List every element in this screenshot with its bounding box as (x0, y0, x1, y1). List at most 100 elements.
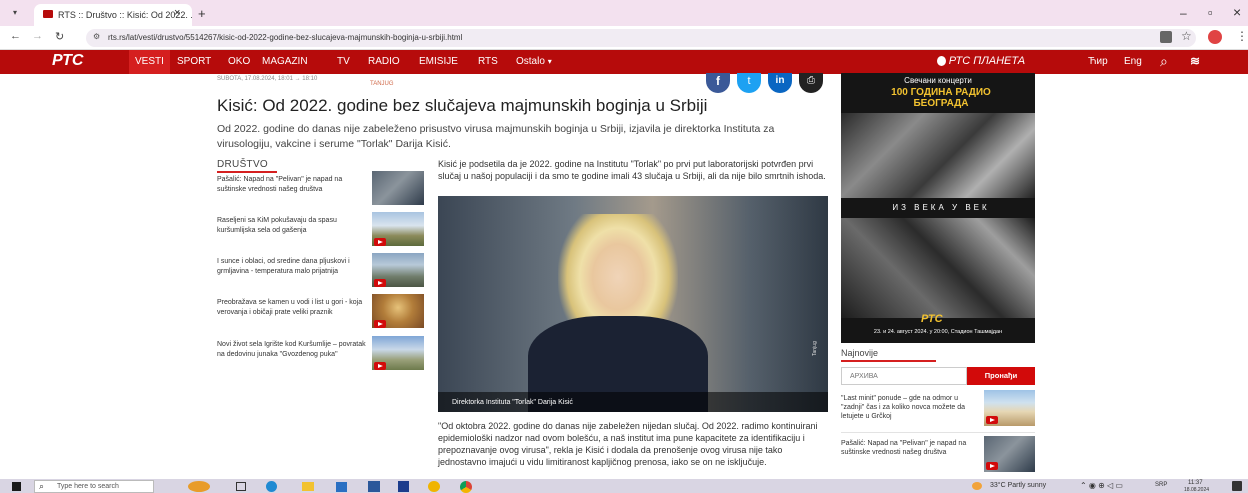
sidebar-heading-rule (217, 171, 277, 173)
store-icon[interactable] (336, 482, 347, 492)
promo-banner[interactable]: Свечани концерти 100 ГОДИНА РАДИО БЕОГРА… (841, 73, 1035, 343)
profile-icon[interactable] (1208, 30, 1222, 44)
video-icon (374, 279, 386, 287)
sidebar-item-text[interactable]: Raseljeni sa KiM pokušavaju da spasu kur… (217, 216, 367, 235)
nav-tv[interactable]: TV (337, 56, 350, 67)
task-view-icon[interactable] (236, 482, 246, 491)
close-window-button[interactable]: × (1233, 4, 1241, 20)
search-icon: ⌕ (39, 481, 45, 491)
browser-menu-icon[interactable]: ⋮ (1236, 29, 1248, 43)
tab-title: RTS :: Društvo :: Kisić: Od 2022. ... (58, 10, 192, 20)
promo-photo-collage (841, 113, 1035, 198)
windows-start-icon[interactable] (12, 482, 21, 491)
tray-icons[interactable]: ⌃ ◉ ⊕ ◁ ▭ (1080, 481, 1123, 490)
chevron-down-icon: ▾ (547, 57, 552, 66)
lang-english-link[interactable]: Eng (1124, 56, 1142, 67)
tab-close-icon[interactable]: × (174, 7, 180, 19)
planeta-label: РТС ПЛАНЕТА (948, 55, 1026, 67)
search-icon[interactable]: ⌕ (1160, 53, 1168, 70)
url-text: rts.rs/lat/vesti/drustvo/5514267/kisic-o… (108, 33, 463, 42)
nav-sport[interactable]: SPORT (177, 56, 211, 67)
nav-ostalo[interactable]: Ostalo ▾ (516, 56, 552, 67)
rss-icon[interactable]: ≋ (1190, 54, 1200, 68)
language-indicator[interactable]: SRP (1155, 482, 1167, 488)
browser-tab[interactable]: RTS :: Društvo :: Kisić: Od 2022. ... (34, 4, 192, 26)
rts-logo[interactable]: РТС (52, 52, 83, 70)
tab-search-icon[interactable]: ▾ (8, 6, 22, 20)
article-paragraph: Kisić je podsetila da je 2022. godine na… (438, 159, 826, 181)
sidebar-item-text[interactable]: I sunce i oblaci, od sredine dana pljusk… (217, 257, 367, 276)
forward-icon[interactable]: → (32, 30, 43, 42)
sidebar-heading: DRUŠTVO (217, 159, 268, 170)
promo-headline: 100 ГОДИНА РАДИО БЕОГРАДА (891, 87, 991, 109)
latest-heading: Najnovije (841, 348, 879, 358)
sidebar-item-text[interactable]: Preobražava se kamen u vodi i list u gor… (217, 298, 367, 317)
article-paragraph: "Od oktobra 2022. godine do danas nije z… (438, 421, 818, 467)
video-icon (374, 238, 386, 246)
taskbar-search-box[interactable]: ⌕ Type here to search (34, 480, 154, 493)
clock-time[interactable]: 11:37 (1188, 480, 1203, 486)
video-icon (374, 362, 386, 370)
linkedin-share-icon[interactable]: in (768, 73, 792, 93)
app-icon[interactable] (398, 481, 409, 492)
file-explorer-icon[interactable] (302, 482, 314, 491)
twitter-share-icon[interactable]: t (737, 73, 761, 93)
minimize-button[interactable]: – (1180, 6, 1187, 20)
chrome-icon[interactable] (460, 481, 472, 493)
print-icon[interactable]: ⎙ (799, 73, 823, 93)
video-icon (374, 320, 386, 328)
bookmark-star-icon[interactable]: ☆ (1181, 29, 1192, 43)
archive-input[interactable] (841, 367, 967, 385)
nav-radio[interactable]: RADIO (368, 56, 400, 67)
article-title: Kisić: Od 2022. godine bez slučajeva maj… (217, 96, 708, 115)
latest-heading-rule (841, 360, 936, 362)
article-photo[interactable]: Direktorka Instituta "Torlak" Darija Kis… (438, 196, 828, 412)
nav-magazin[interactable]: MAGAZIN (262, 56, 308, 67)
weather-icon (972, 482, 982, 490)
rts-planeta-link[interactable]: РТС ПЛАНЕТА (937, 55, 1025, 67)
lang-cyrillic-link[interactable]: Ћир (1088, 56, 1108, 67)
photo-caption: Direktorka Instituta "Torlak" Darija Kis… (452, 399, 573, 406)
promo-logo: РТС (921, 313, 943, 325)
weather-text[interactable]: 33°C Partly sunny (990, 482, 1046, 489)
clock-date[interactable]: 18.08.2024 (1184, 487, 1209, 493)
edge-icon[interactable] (266, 481, 277, 492)
nav-vesti[interactable]: VESTI (129, 50, 170, 74)
article-lead: Od 2022. godine do danas nije zabeleženo… (217, 123, 775, 150)
nav-rts[interactable]: RTS (478, 56, 498, 67)
promo-photo-collage (841, 218, 1035, 318)
taskbar-app-icon[interactable] (188, 481, 210, 492)
reload-icon[interactable]: ↻ (55, 30, 64, 43)
promo-middle: ИЗ ВЕКА У ВЕК (892, 203, 990, 212)
notifications-icon[interactable] (1232, 481, 1242, 491)
back-icon[interactable]: ← (10, 30, 21, 42)
photo-credit: Tanjug (812, 341, 818, 356)
promo-footer: 23. и 24. август 2024. у 20:00, Стадион … (873, 329, 1003, 335)
nav-oko[interactable]: OKO (228, 56, 250, 67)
site-info-icon[interactable]: ⚙ (93, 32, 100, 41)
sidebar-thumbnail[interactable] (372, 171, 424, 205)
taskbar-search-placeholder: Type here to search (57, 483, 119, 490)
rts-favicon-icon (43, 10, 53, 18)
planeta-logo-icon (937, 56, 946, 67)
word-icon[interactable] (368, 481, 380, 492)
latest-item-text[interactable]: Pašalić: Napad na "Pelivan" je napad na … (841, 439, 981, 457)
sidebar-item-text[interactable]: Novi život sela Igrište kod Kuršumlije –… (217, 340, 367, 359)
translate-icon[interactable] (1160, 31, 1172, 43)
restore-button[interactable]: ▫ (1208, 5, 1213, 20)
nav-emisije[interactable]: EMISIJE (419, 56, 458, 67)
archive-search-button[interactable]: Пронађи (967, 367, 1035, 385)
sidebar-item-text[interactable]: Pašalić: Napad na "Pelivan" je napad na … (217, 175, 367, 194)
nav-ostalo-label: Ostalo (516, 56, 545, 67)
video-icon (986, 462, 998, 470)
promo-top-line: Свечани концерти (904, 76, 972, 85)
video-icon (986, 416, 998, 424)
paint-icon[interactable] (428, 481, 440, 492)
facebook-share-icon[interactable]: f (706, 73, 730, 93)
article-date: SUBOTA, 17.08.2024, 18:01 → 18:10 (217, 76, 318, 82)
url-bar[interactable]: ⚙ rts.rs/lat/vesti/drustvo/5514267/kisic… (86, 29, 1196, 47)
latest-item-text[interactable]: "Last minit" ponude – gde na odmor u "za… (841, 394, 981, 421)
article-source: TANJUG (370, 81, 394, 87)
new-tab-button[interactable]: + (198, 6, 206, 21)
latest-divider (841, 432, 1035, 433)
